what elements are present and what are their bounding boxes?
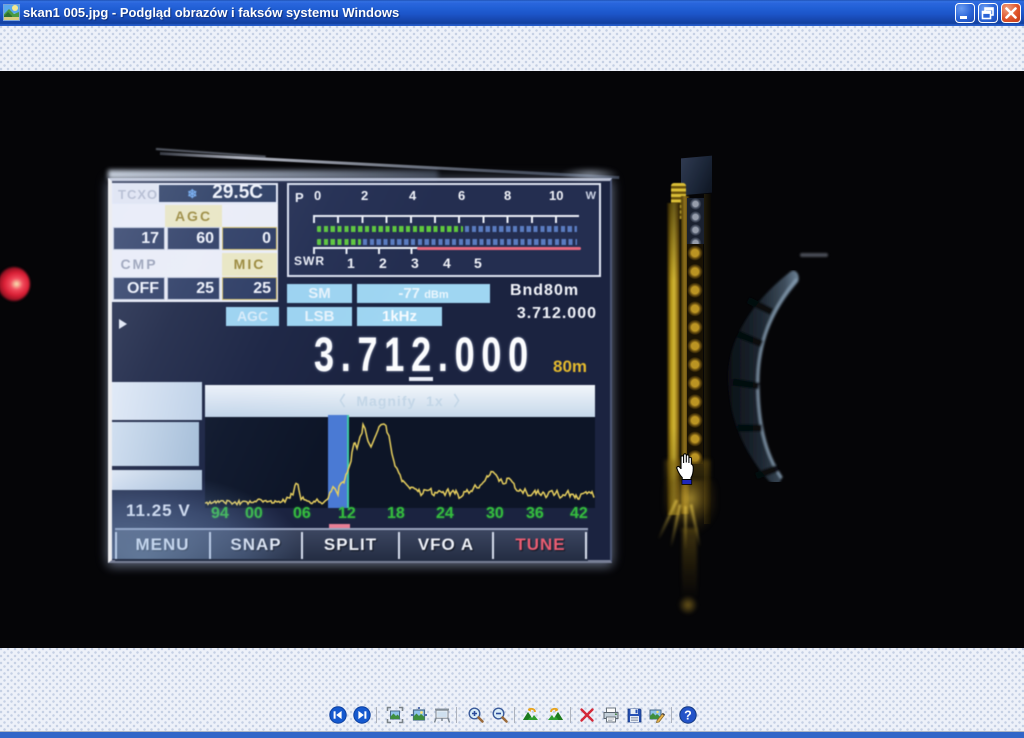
svg-text:?: ?	[684, 709, 692, 723]
